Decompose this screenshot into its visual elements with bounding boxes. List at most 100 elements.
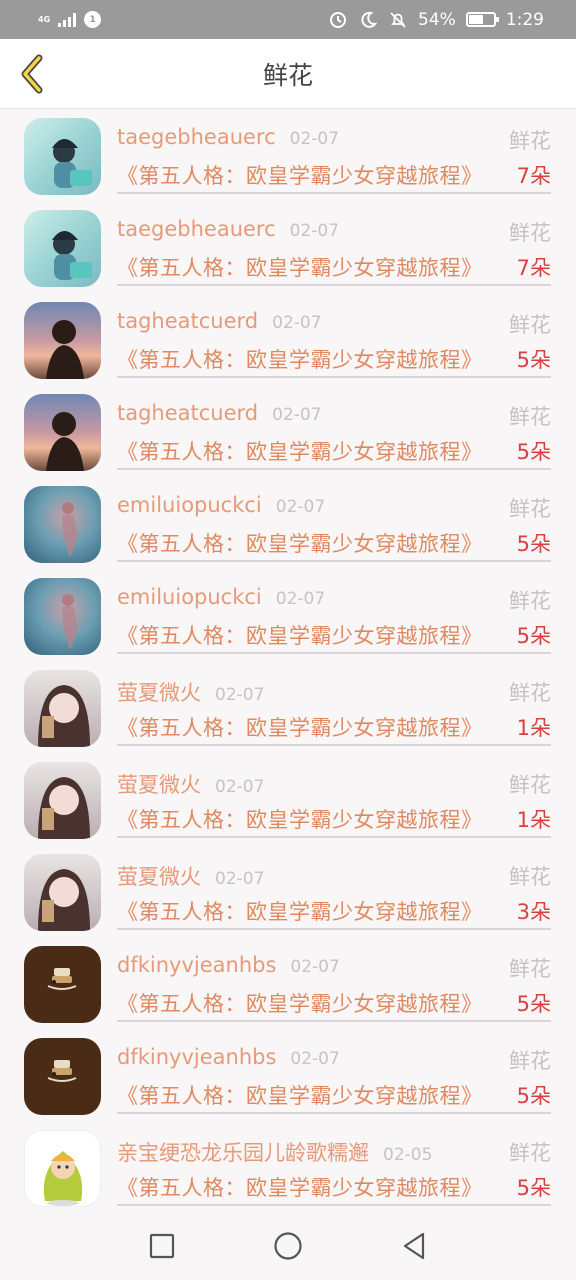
battery-percent: 54% [418, 9, 456, 30]
list-item[interactable]: taegebheauerc 02-07 鲜花《第五人格：欧皇学霸少女穿越旅程》 7朵 [0, 109, 576, 201]
avatar[interactable] [24, 578, 101, 655]
user-name[interactable]: emiluiopuckci [117, 585, 262, 609]
user-name[interactable]: tagheatcuerd [117, 401, 258, 425]
divider [117, 1204, 551, 1206]
name-line: dfkinyvjeanhbs 02-07 [117, 953, 340, 977]
avatar[interactable] [24, 486, 101, 563]
clock: 1:29 [505, 9, 544, 30]
flower-count: 7朵 [516, 164, 551, 188]
name-line: emiluiopuckci 02-07 [117, 493, 325, 517]
gift-type: 鲜花 [509, 589, 551, 613]
user-name[interactable]: dfkinyvjeanhbs [117, 1045, 276, 1069]
avatar[interactable] [24, 1130, 101, 1207]
divider [117, 468, 551, 470]
avatar[interactable] [24, 302, 101, 379]
name-line: 萤夏微火 02-07 [117, 677, 264, 707]
gift-date: 02-07 [215, 685, 265, 705]
user-name[interactable]: dfkinyvjeanhbs [117, 953, 276, 977]
name-line: 萤夏微火 02-07 [117, 769, 264, 799]
avatar[interactable] [24, 854, 101, 931]
gift-date: 02-07 [272, 313, 322, 333]
avatar[interactable] [24, 394, 101, 471]
book-title[interactable]: 《第五人格：欧皇学霸少女穿越旅程》 [117, 344, 483, 374]
flower-record-list: taegebheauerc 02-07 鲜花 《第五人格：欧皇学霸少女穿越旅程》 7朵 t… [0, 109, 576, 1213]
gift-date: 02-07 [215, 869, 265, 889]
user-name[interactable]: 萤夏微火 [117, 861, 201, 891]
book-title[interactable]: 《第五人格：欧皇学霸少女穿越旅程》 [117, 252, 483, 282]
book-title[interactable]: 《第五人格：欧皇学霸少女穿越旅程》 [117, 528, 483, 558]
flower-count: 5朵 [516, 992, 551, 1016]
book-title[interactable]: 《第五人格：欧皇学霸少女穿越旅程》 [117, 804, 483, 834]
user-name[interactable]: 亲宝绠恐龙乐园儿龄歌糯邂 [117, 1137, 369, 1167]
gift-type: 鲜花 [509, 129, 551, 153]
gift-date: 02-07 [275, 497, 326, 517]
user-name[interactable]: taegebheauerc [117, 125, 276, 149]
divider [117, 376, 551, 378]
avatar[interactable] [24, 946, 101, 1023]
list-item[interactable]: taegebheauerc 02-07 鲜花 《第五人格：欧皇学霸少女穿越旅程》 7朵 [0, 201, 576, 293]
name-line: dfkinyvjeanhbs 02-07 [117, 1045, 340, 1069]
status-right: 54% 1:29 [328, 10, 544, 30]
title-bar: 鲜花 [0, 39, 576, 109]
divider [117, 192, 551, 194]
book-title[interactable]: 《第五人格：欧皇学霸少女穿越旅程》 [117, 1080, 483, 1110]
avatar[interactable] [24, 118, 101, 195]
list-item[interactable]: emiluiopuckci 02-07 鲜花 《第五人格：欧皇学霸少女穿越旅程》 5朵 [0, 477, 576, 569]
system-nav-bar [0, 1212, 576, 1280]
book-title[interactable]: 《第五人格：欧皇学霸少女穿越旅程》 [117, 620, 483, 650]
flower-count: 5朵 [516, 1084, 551, 1108]
user-name[interactable]: emiluiopuckci [117, 493, 262, 517]
book-title[interactable]: 《第五人格：欧皇学霸少女穿越旅程》 [117, 988, 483, 1018]
square-icon [149, 1233, 175, 1259]
flower-count: 1朵 [516, 808, 551, 832]
user-name[interactable]: 萤夏微火 [117, 677, 201, 707]
flower-count: 3朵 [516, 900, 551, 924]
divider [117, 744, 551, 746]
home-button[interactable] [268, 1226, 308, 1266]
user-name[interactable]: 萤夏微火 [117, 769, 201, 799]
book-title[interactable]: 《第五人格：欧皇学霸少女穿越旅程》 [117, 896, 483, 926]
list-item[interactable]: dfkinyvjeanhbs 02-07 鲜花《第五人格：欧皇学霸少女穿越旅程》 5朵 [0, 1029, 576, 1121]
list-item[interactable]: 亲宝绠恐龙乐园儿龄歌糯邂 02-05 鲜花 《第五人格：欧皇学霸少女穿越旅程》 5朵 [0, 1121, 576, 1213]
divider [117, 284, 551, 286]
avatar[interactable] [24, 210, 101, 287]
divider [117, 928, 551, 930]
user-name[interactable]: taegebheauerc [117, 217, 276, 241]
gift-type: 鲜花 [509, 221, 551, 245]
list-item[interactable]: 萤夏微火 02-07 鲜花 《第五人格：欧皇学霸少女穿越旅程》 3朵 [0, 845, 576, 937]
list-item[interactable]: dfkinyvjeanhbs 02-07 鲜花 《第五人格：欧皇学霸少女穿越旅程》 5朵 [0, 937, 576, 1029]
name-line: emiluiopuckci 02-07 [117, 585, 325, 609]
gift-type: 鲜花 [509, 1141, 551, 1165]
list-item[interactable]: tagheatcuerd 02-07 鲜花 《第五人格：欧皇学霸少女穿越旅程》 5朵 [0, 293, 576, 385]
book-title[interactable]: 《第五人格：欧皇学霸少女穿越旅程》 [117, 436, 483, 466]
user-name[interactable]: tagheatcuerd [117, 309, 258, 333]
divider [117, 1020, 551, 1022]
list-item[interactable]: 萤夏微火 02-07 鲜花 《第五人格：欧皇学霸少女穿越旅程》 1朵 [0, 661, 576, 753]
avatar[interactable] [24, 670, 101, 747]
flower-count: 7朵 [516, 256, 551, 280]
battery-icon [465, 12, 499, 27]
network-type: 4G [38, 14, 51, 24]
triangle-back-icon [403, 1232, 425, 1260]
list-item[interactable]: tagheatcuerd 02-07 鲜花 《第五人格：欧皇学霸少女穿越旅程》 5朵 [0, 385, 576, 477]
gift-type: 鲜花 [509, 497, 551, 521]
flower-count: 5朵 [516, 1176, 551, 1200]
status-left: 4G 1 [38, 11, 102, 28]
flower-count: 5朵 [516, 624, 551, 648]
gift-type: 鲜花 [509, 313, 551, 337]
page-title: 鲜花 [262, 61, 313, 90]
name-line: 萤夏微火 02-07 [117, 861, 264, 891]
book-title[interactable]: 《第五人格：欧皇学霸少女穿越旅程》 [117, 1172, 483, 1202]
gift-type: 鲜花 [509, 1049, 551, 1073]
gift-date: 02-07 [215, 777, 265, 797]
recent-apps-button[interactable] [142, 1226, 182, 1266]
book-title[interactable]: 《第五人格：欧皇学霸少女穿越旅程》 [117, 712, 483, 742]
list-item[interactable]: 萤夏微火 02-07 鲜花 《第五人格：欧皇学霸少女穿越旅程》 1朵 [0, 753, 576, 845]
avatar[interactable] [24, 762, 101, 839]
status-bar: 4G 1 54% 1:29 [0, 0, 576, 39]
avatar[interactable] [24, 1038, 101, 1115]
name-line: taegebheauerc 02-07 [117, 125, 339, 149]
back-nav-button[interactable] [394, 1226, 434, 1266]
list-item[interactable]: emiluiopuckci 02-07 鲜花《第五人格：欧皇学霸少女穿越旅程》 5朵 [0, 569, 576, 661]
book-title[interactable]: 《第五人格：欧皇学霸少女穿越旅程》 [117, 160, 483, 190]
